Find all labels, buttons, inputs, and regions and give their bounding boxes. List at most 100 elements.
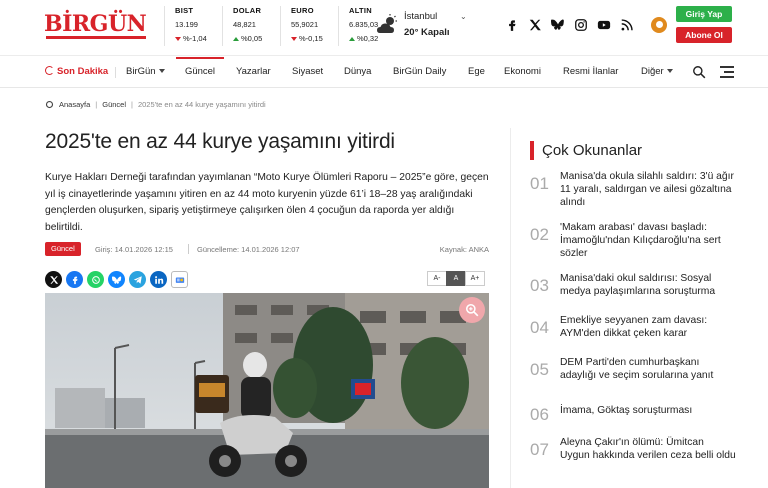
nav-birgun[interactable]: BirGün: [126, 57, 165, 88]
nav-label: Güncel: [184, 66, 216, 77]
rank-number: 01: [530, 174, 549, 193]
social-links: [504, 17, 635, 33]
nav-label: Diğer: [641, 66, 664, 77]
share-facebook-icon[interactable]: [66, 271, 83, 288]
market-value: 55,9021: [291, 20, 319, 29]
rank-number: 06: [530, 405, 549, 424]
youtube-icon[interactable]: [596, 17, 612, 33]
share-x-icon[interactable]: [45, 271, 62, 288]
up-arrow-icon: [349, 36, 355, 41]
subscribe-button[interactable]: Abone Ol: [676, 27, 732, 43]
logo-gun: GÜN: [89, 11, 147, 37]
article-source: Kaynak: ANKA: [439, 245, 489, 254]
share-linkedin-icon[interactable]: [150, 271, 167, 288]
logo-bir: BİR: [44, 11, 90, 37]
search-icon[interactable]: [692, 65, 706, 79]
article-photo[interactable]: [45, 293, 489, 488]
headline-link[interactable]: Manisa'da okula silahlı saldırı: 3'ü ağı…: [560, 170, 736, 209]
caret-down-icon: [666, 69, 673, 73]
breadcrumb-section[interactable]: Güncel: [102, 100, 126, 109]
breadcrumb-home[interactable]: Anasayfa: [59, 100, 90, 109]
accent-bar: [530, 141, 534, 160]
headline-link[interactable]: Aleyna Çakır'ın ölümü: Ümitcan Uygun hak…: [560, 436, 736, 462]
most-read-title: Çok Okunanlar: [542, 142, 643, 159]
article-title: 2025'te en az 44 kurye yaşamını yitirdi: [45, 130, 395, 153]
breadcrumb: Anasayfa | Güncel | 2025'te en az 44 kur…: [45, 100, 266, 109]
headline-link[interactable]: İmama, Göktaş soruşturması: [560, 404, 736, 417]
rss-icon[interactable]: [619, 17, 635, 33]
headline-link[interactable]: DEM Parti'den cumhurbaşkanı adaylığı ve …: [560, 356, 736, 382]
share-buttons: [45, 271, 188, 288]
market-change: %-1,04: [183, 34, 207, 43]
clock-icon: [45, 66, 54, 75]
nav-dunya[interactable]: Dünya: [344, 57, 371, 88]
x-icon[interactable]: [527, 17, 543, 33]
nav-label: BirGün Daily: [393, 66, 447, 77]
facebook-icon[interactable]: [504, 17, 520, 33]
caret-down-icon: [158, 69, 165, 73]
market-dolar[interactable]: DOLAR 48,821 %0,05: [222, 6, 275, 46]
most-read-header: Çok Okunanlar: [530, 141, 642, 160]
main-nav: Son Dakika BirGün Güncel Yazarlar Siyase…: [0, 57, 768, 88]
font-smaller-button[interactable]: A-: [427, 271, 447, 286]
market-name: BIST: [175, 6, 194, 15]
nav-diger[interactable]: Diğer: [641, 57, 673, 88]
nav-birgun-daily[interactable]: BirGün Daily: [393, 57, 446, 88]
nav-guncel[interactable]: Güncel: [176, 57, 224, 88]
hamburger-menu-icon[interactable]: [720, 66, 734, 78]
nav-resmi-ilanlar[interactable]: Resmi İlanlar: [563, 57, 618, 88]
font-default-button[interactable]: A: [446, 271, 466, 286]
theme-toggle-icon[interactable]: [651, 17, 667, 33]
nav-siyaset[interactable]: Siyaset: [292, 57, 323, 88]
market-name: DOLAR: [233, 6, 262, 15]
weather-temp: 20° Kapalı: [404, 27, 450, 38]
article-meta: Güncel Giriş: 14.01.2026 12:15 Güncellem…: [45, 242, 489, 256]
nav-label: Dünya: [344, 66, 372, 77]
nav-label: Ege: [468, 66, 485, 77]
weather-widget[interactable]: İstanbul ⌄ 20° Kapalı: [376, 9, 472, 41]
instagram-icon[interactable]: [573, 17, 589, 33]
logo-underline: [46, 36, 146, 39]
cloud-sun-icon: [377, 14, 397, 33]
nav-ekonomi[interactable]: Ekonomi: [504, 57, 541, 88]
market-value: 48,821: [233, 20, 256, 29]
nav-label: Ekonomi: [504, 66, 541, 77]
font-size-controls: A- A A+: [427, 271, 485, 286]
nav-label: Yazarlar: [236, 66, 271, 77]
site-logo[interactable]: BİRGÜN: [44, 13, 148, 40]
share-telegram-icon[interactable]: [129, 271, 146, 288]
published-date: Giriş: 14.01.2026 12:15: [95, 245, 173, 254]
bluesky-icon[interactable]: [550, 17, 566, 33]
market-ticker: BIST 13.199 %-1,04 DOLAR 48,821 %0,05 EU…: [164, 6, 396, 46]
font-larger-button[interactable]: A+: [465, 271, 485, 286]
nav-label: Son Dakika: [57, 66, 109, 77]
article-lead: Kurye Hakları Derneği tarafından yayımla…: [45, 172, 489, 233]
column-divider: [510, 128, 511, 488]
market-change: %0,05: [241, 34, 263, 43]
market-euro[interactable]: EURO 55,9021 %-0,15: [280, 6, 333, 46]
rank-number: 02: [530, 225, 549, 244]
down-arrow-icon: [175, 36, 181, 41]
share-whatsapp-icon[interactable]: [87, 271, 104, 288]
rank-number: 07: [530, 440, 549, 459]
nav-label: Siyaset: [292, 66, 324, 77]
nav-son-dakika[interactable]: Son Dakika: [45, 57, 108, 88]
up-arrow-icon: [233, 36, 239, 41]
share-google-news-icon[interactable]: [171, 271, 188, 288]
headline-link[interactable]: 'Makam arabası' davası başladı: İmamoğlu…: [560, 221, 736, 260]
share-bluesky-icon[interactable]: [108, 271, 125, 288]
home-icon: [45, 100, 54, 109]
breadcrumb-current: 2025'te en az 44 kurye yaşamını yitirdi: [137, 100, 266, 109]
nav-yazarlar[interactable]: Yazarlar: [236, 57, 271, 88]
nav-ege[interactable]: Ege: [468, 57, 485, 88]
nav-label: BirGün: [126, 66, 156, 77]
headline-link[interactable]: Emekliye seyyanen zam davası: AYM'den di…: [560, 314, 736, 340]
chevron-down-icon[interactable]: ⌄: [460, 12, 467, 21]
zoom-icon[interactable]: [459, 297, 485, 323]
market-bist[interactable]: BIST 13.199 %-1,04: [164, 6, 217, 46]
headline-link[interactable]: Manisa'daki okul saldırısı: Sosyal medya…: [560, 272, 736, 298]
category-badge[interactable]: Güncel: [45, 242, 81, 256]
rank-number: 04: [530, 318, 549, 337]
market-value: 13.199: [175, 20, 198, 29]
login-button[interactable]: Giriş Yap: [676, 6, 732, 22]
